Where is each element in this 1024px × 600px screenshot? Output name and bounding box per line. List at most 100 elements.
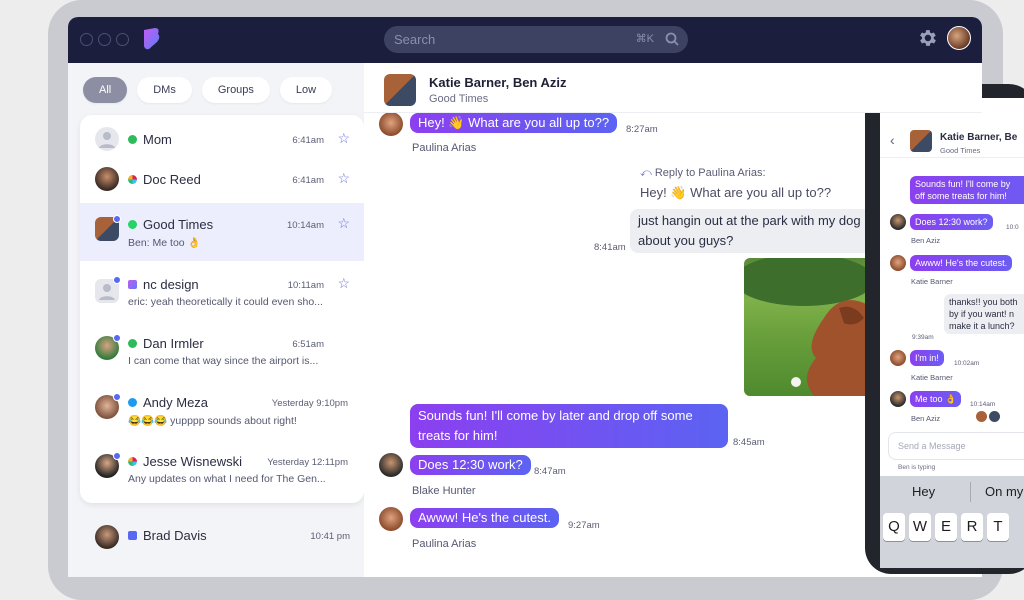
message-bubble: just hangin out at the park with my dog … <box>630 209 900 253</box>
key-w[interactable]: W <box>909 513 931 541</box>
sidebar: All DMs Groups Low Mom 6:41am ☆ Doc Reed… <box>68 63 364 577</box>
window-close-button[interactable] <box>80 33 93 46</box>
conversation-name: Good Times <box>128 217 213 232</box>
phone-chat-subtitle: Good Times <box>940 146 981 155</box>
avatar <box>95 127 119 151</box>
phone-message-bubble: Does 12:30 work? <box>910 214 993 230</box>
avatar <box>95 167 119 191</box>
message-time: 9:27am <box>568 520 600 531</box>
conversation-andy-meza[interactable]: Andy Meza Yesterday 9:10pm 😂😂😂 yupppp so… <box>80 381 364 439</box>
whatsapp-platform-icon <box>128 220 137 229</box>
message-sender: Katie Barner <box>911 277 953 286</box>
conversation-time: 10:41 pm <box>310 531 350 542</box>
app-window: Search ⌘K All DMs Groups Low Mom 6:41am … <box>68 17 982 577</box>
message-time: 8:27am <box>626 124 658 135</box>
back-chevron-icon[interactable]: ‹ <box>890 132 895 148</box>
search-shortcut: ⌘K <box>635 33 654 45</box>
key-r[interactable]: R <box>961 513 983 541</box>
message-sender: Ben Aziz <box>911 414 941 423</box>
twitter-platform-icon <box>128 398 137 407</box>
conversation-name-text: Doc Reed <box>143 172 201 187</box>
message-sender: Paulina Arias <box>412 538 477 550</box>
chat-platform-icon <box>128 531 137 540</box>
filter-all[interactable]: All <box>83 77 128 103</box>
phone-message-input[interactable]: Send a Message <box>888 432 1024 460</box>
search-icon[interactable] <box>664 31 680 47</box>
filter-groups[interactable]: Groups <box>201 77 270 103</box>
phone-chat-title: Katie Barner, Be <box>940 132 1018 143</box>
sms-platform-icon <box>128 135 137 144</box>
filter-low[interactable]: Low <box>279 77 333 103</box>
conversation-name-text: nc design <box>143 277 199 292</box>
message-time: 10:0 <box>1006 224 1019 231</box>
avatar-katie <box>890 255 906 271</box>
message-bubble: Sounds fun! I'll come by later and drop … <box>410 404 728 448</box>
conversation-time: 6:41am <box>292 135 324 146</box>
phone-message-bubble: Awww! He's the cutest. <box>910 255 1013 271</box>
window-minimize-button[interactable] <box>98 33 111 46</box>
conversation-time: 6:51am <box>292 339 324 350</box>
avatar-paulina <box>379 112 403 136</box>
typing-indicator: Ben is typing <box>898 464 936 471</box>
unread-dot <box>113 452 121 460</box>
message-time: 9:39am <box>912 334 934 341</box>
slack-platform-icon <box>128 457 137 466</box>
key-t[interactable]: T <box>987 513 1009 541</box>
message-line: off some treats for him! <box>915 191 1007 201</box>
reply-quoted-text: Hey! 👋 What are you all up to?? <box>640 185 832 200</box>
conversation-name: Jesse Wisnewski <box>128 454 242 469</box>
star-icon[interactable]: ☆ <box>337 275 350 292</box>
window-zoom-button[interactable] <box>116 33 129 46</box>
message-time: 8:47am <box>534 466 566 477</box>
gear-icon[interactable] <box>916 27 938 49</box>
conversation-name-text: Good Times <box>143 217 214 232</box>
search-input[interactable]: Search ⌘K <box>384 26 688 53</box>
message-bubble: Hey! 👋 What are you all up to?? <box>410 113 618 133</box>
chat-subtitle: Good Times <box>429 93 489 105</box>
read-receipt-avatar <box>989 411 1000 422</box>
message-line: by if you want! n <box>949 309 1015 319</box>
avatar-paulina <box>379 507 403 531</box>
star-icon[interactable]: ☆ <box>337 215 350 232</box>
conversation-name-text: Jesse Wisnewski <box>143 454 242 469</box>
conversation-good-times[interactable]: Good Times 10:14am ☆ Ben: Me too 👌 <box>80 203 364 261</box>
user-avatar[interactable] <box>947 26 971 50</box>
reply-header: ⤺ Reply to Paulina Arias: <box>640 167 766 180</box>
message-sender: Katie Barner <box>911 373 953 382</box>
star-icon[interactable]: ☆ <box>337 130 350 147</box>
conversation-name: Dan Irmler <box>128 336 204 351</box>
conversation-time: Yesterday 9:10pm <box>271 398 348 409</box>
reply-icon: ⤺ <box>640 167 655 179</box>
phone-message-bubble: Sounds fun! I'll come by off some treats… <box>910 176 1024 204</box>
avatar-katie <box>890 350 906 366</box>
filter-dms[interactable]: DMs <box>137 77 192 103</box>
read-receipt-avatar <box>976 411 987 422</box>
avatar-blake <box>379 453 403 477</box>
group-avatar <box>910 130 932 152</box>
conversation-brad-davis[interactable]: Brad Davis 10:41 pm <box>80 517 364 557</box>
keyboard-suggestion[interactable]: Hey <box>912 484 935 499</box>
star-icon[interactable]: ☆ <box>337 170 350 187</box>
group-avatar <box>384 74 416 106</box>
conversation-name: Brad Davis <box>128 528 207 543</box>
conversation-nc-design[interactable]: nc design 10:11am ☆ eric: yeah theoretic… <box>80 263 364 321</box>
conversation-name-text: Dan Irmler <box>143 336 204 351</box>
conversation-jesse-wisnewski[interactable]: Jesse Wisnewski Yesterday 12:11pm Any up… <box>80 440 364 498</box>
key-q[interactable]: Q <box>883 513 905 541</box>
key-e[interactable]: E <box>935 513 957 541</box>
input-placeholder: Send a Message <box>898 441 966 451</box>
conversation-time: 10:14am <box>287 220 324 231</box>
conversation-name-text: Mom <box>143 132 172 147</box>
message-line: Sounds fun! I'll come by <box>915 179 1011 189</box>
message-line: just hangin out at the park with my dog <box>638 213 861 228</box>
conversation-preview: 😂😂😂 yupppp sounds about right! <box>128 415 297 427</box>
unread-dot <box>113 393 121 401</box>
conversation-name-text: Andy Meza <box>143 395 209 410</box>
conversation-time: Yesterday 12:11pm <box>267 457 348 468</box>
conversation-dan-irmler[interactable]: Dan Irmler 6:51am I can come that way si… <box>80 322 364 380</box>
avatar-ben <box>890 214 906 230</box>
conversation-name: Andy Meza <box>128 395 208 410</box>
keyboard-suggestion[interactable]: On my <box>985 484 1023 499</box>
suggestion-divider <box>970 482 971 502</box>
title-bar: Search ⌘K <box>68 17 982 63</box>
